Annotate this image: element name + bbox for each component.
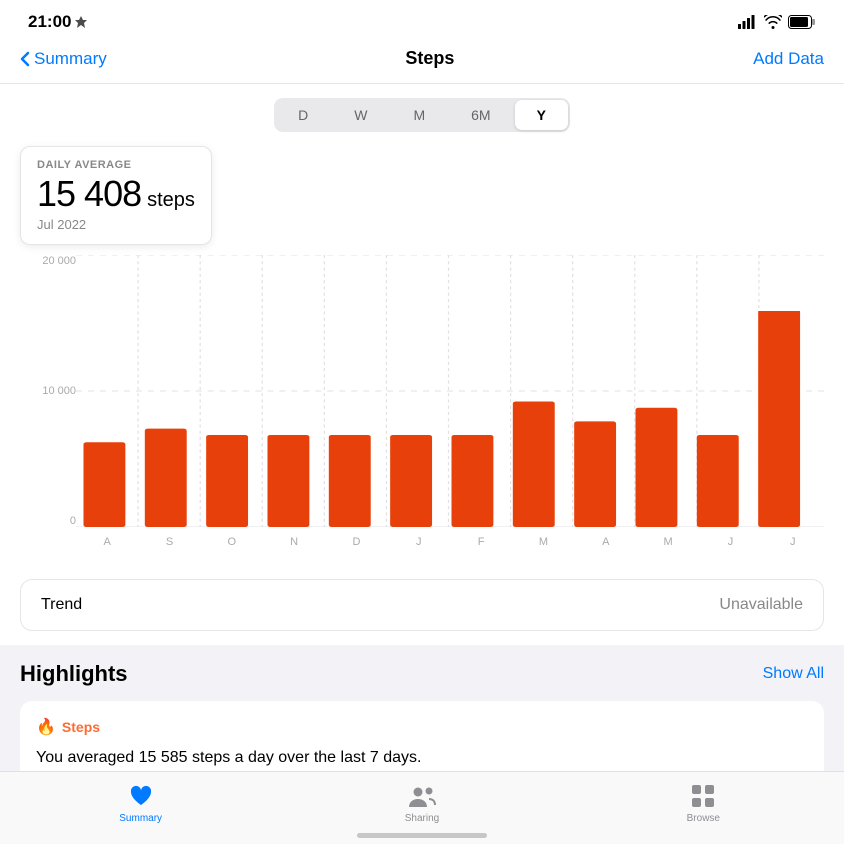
- back-button[interactable]: Summary: [20, 49, 107, 69]
- tab-browse[interactable]: Browse: [563, 782, 844, 824]
- x-label-j1: J: [388, 536, 450, 548]
- bar-D: [329, 435, 371, 527]
- fire-icon: 🔥: [36, 717, 56, 737]
- trend-value: Unavailable: [719, 596, 803, 614]
- tab-W[interactable]: W: [332, 100, 389, 130]
- stats-date: Jul 2022: [37, 217, 195, 232]
- stats-tooltip: DAILY AVERAGE 15 408 steps Jul 2022: [20, 146, 212, 245]
- bar-O: [206, 435, 248, 527]
- x-label-m1: M: [512, 536, 574, 548]
- highlight-tag: 🔥 Steps: [36, 717, 808, 737]
- status-bar: 21:00: [0, 0, 844, 40]
- tab-6M[interactable]: 6M: [449, 100, 512, 130]
- highlights-title: Highlights: [20, 661, 128, 687]
- x-label-j3: J: [762, 536, 824, 548]
- y-label-top: 20 000: [42, 255, 76, 267]
- tab-D[interactable]: D: [276, 100, 330, 130]
- chart-y-axis: 20 000 10 000 0: [20, 255, 76, 555]
- x-label-j2: J: [699, 536, 761, 548]
- highlight-tag-text: Steps: [62, 719, 100, 735]
- tab-summary-label: Summary: [119, 813, 162, 824]
- tab-M[interactable]: M: [391, 100, 447, 130]
- chart-svg: [76, 255, 824, 527]
- bar-J3-highlight: [758, 309, 800, 527]
- location-icon: [75, 16, 87, 28]
- bar-J2: [697, 435, 739, 527]
- main-content: D W M 6M Y DAILY AVERAGE 15 408 steps Ju…: [0, 84, 844, 801]
- bar-N: [267, 435, 309, 527]
- chart-wrapper: 20 000 10 000 0: [20, 255, 824, 555]
- tab-Y[interactable]: Y: [515, 100, 568, 130]
- period-selector: D W M 6M Y: [0, 84, 844, 146]
- x-label-s: S: [138, 536, 200, 548]
- x-label-f: F: [450, 536, 512, 548]
- highlights-header: Highlights Show All: [20, 661, 824, 687]
- bar-A: [83, 442, 125, 527]
- nav-bar: Summary Steps Add Data: [0, 40, 844, 84]
- wifi-icon: [764, 15, 782, 29]
- tab-sharing-label: Sharing: [405, 813, 439, 824]
- sharing-tab-icon: [408, 782, 436, 810]
- bar-M1: [513, 401, 555, 527]
- bar-S: [145, 429, 187, 527]
- status-icons: [738, 15, 816, 29]
- x-label-m2: M: [637, 536, 699, 548]
- stats-unit: steps: [147, 189, 195, 212]
- signal-icon: [738, 15, 758, 29]
- add-data-button[interactable]: Add Data: [753, 49, 824, 69]
- tab-sharing[interactable]: Sharing: [281, 782, 562, 824]
- grid-icon: [691, 784, 715, 808]
- bar-M2: [636, 408, 678, 527]
- trend-box: Trend Unavailable: [20, 579, 824, 631]
- bar-F: [451, 435, 493, 527]
- chart-area: A S O N D J F M A M J J: [76, 255, 824, 555]
- x-label-d: D: [325, 536, 387, 548]
- x-label-a: A: [76, 536, 138, 548]
- x-label-n: N: [263, 536, 325, 548]
- heart-icon: [128, 783, 154, 809]
- stats-label: DAILY AVERAGE: [37, 159, 195, 171]
- status-time: 21:00: [28, 12, 87, 32]
- x-labels: A S O N D J F M A M J J: [76, 536, 824, 548]
- highlight-description: You averaged 15 585 steps a day over the…: [36, 747, 808, 769]
- x-label-o: O: [201, 536, 263, 548]
- chevron-left-icon: [20, 51, 30, 67]
- people-icon: [408, 785, 436, 807]
- bar-A2: [574, 421, 616, 527]
- y-label-mid: 10 000: [42, 385, 76, 397]
- trend-label: Trend: [41, 596, 82, 614]
- x-label-a2: A: [575, 536, 637, 548]
- page-title: Steps: [405, 48, 454, 69]
- browse-tab-icon: [689, 782, 717, 810]
- period-tabs: D W M 6M Y: [274, 98, 570, 132]
- stats-number: 15 408: [37, 173, 141, 215]
- show-all-button[interactable]: Show All: [763, 665, 824, 683]
- bar-J1: [390, 435, 432, 527]
- tab-summary[interactable]: Summary: [0, 782, 281, 824]
- tab-browse-label: Browse: [687, 813, 720, 824]
- summary-tab-icon: [127, 782, 155, 810]
- battery-icon: [788, 15, 816, 29]
- stats-value-row: 15 408 steps: [37, 173, 195, 215]
- home-indicator: [357, 833, 487, 838]
- chart-section: DAILY AVERAGE 15 408 steps Jul 2022 20 0…: [0, 146, 844, 565]
